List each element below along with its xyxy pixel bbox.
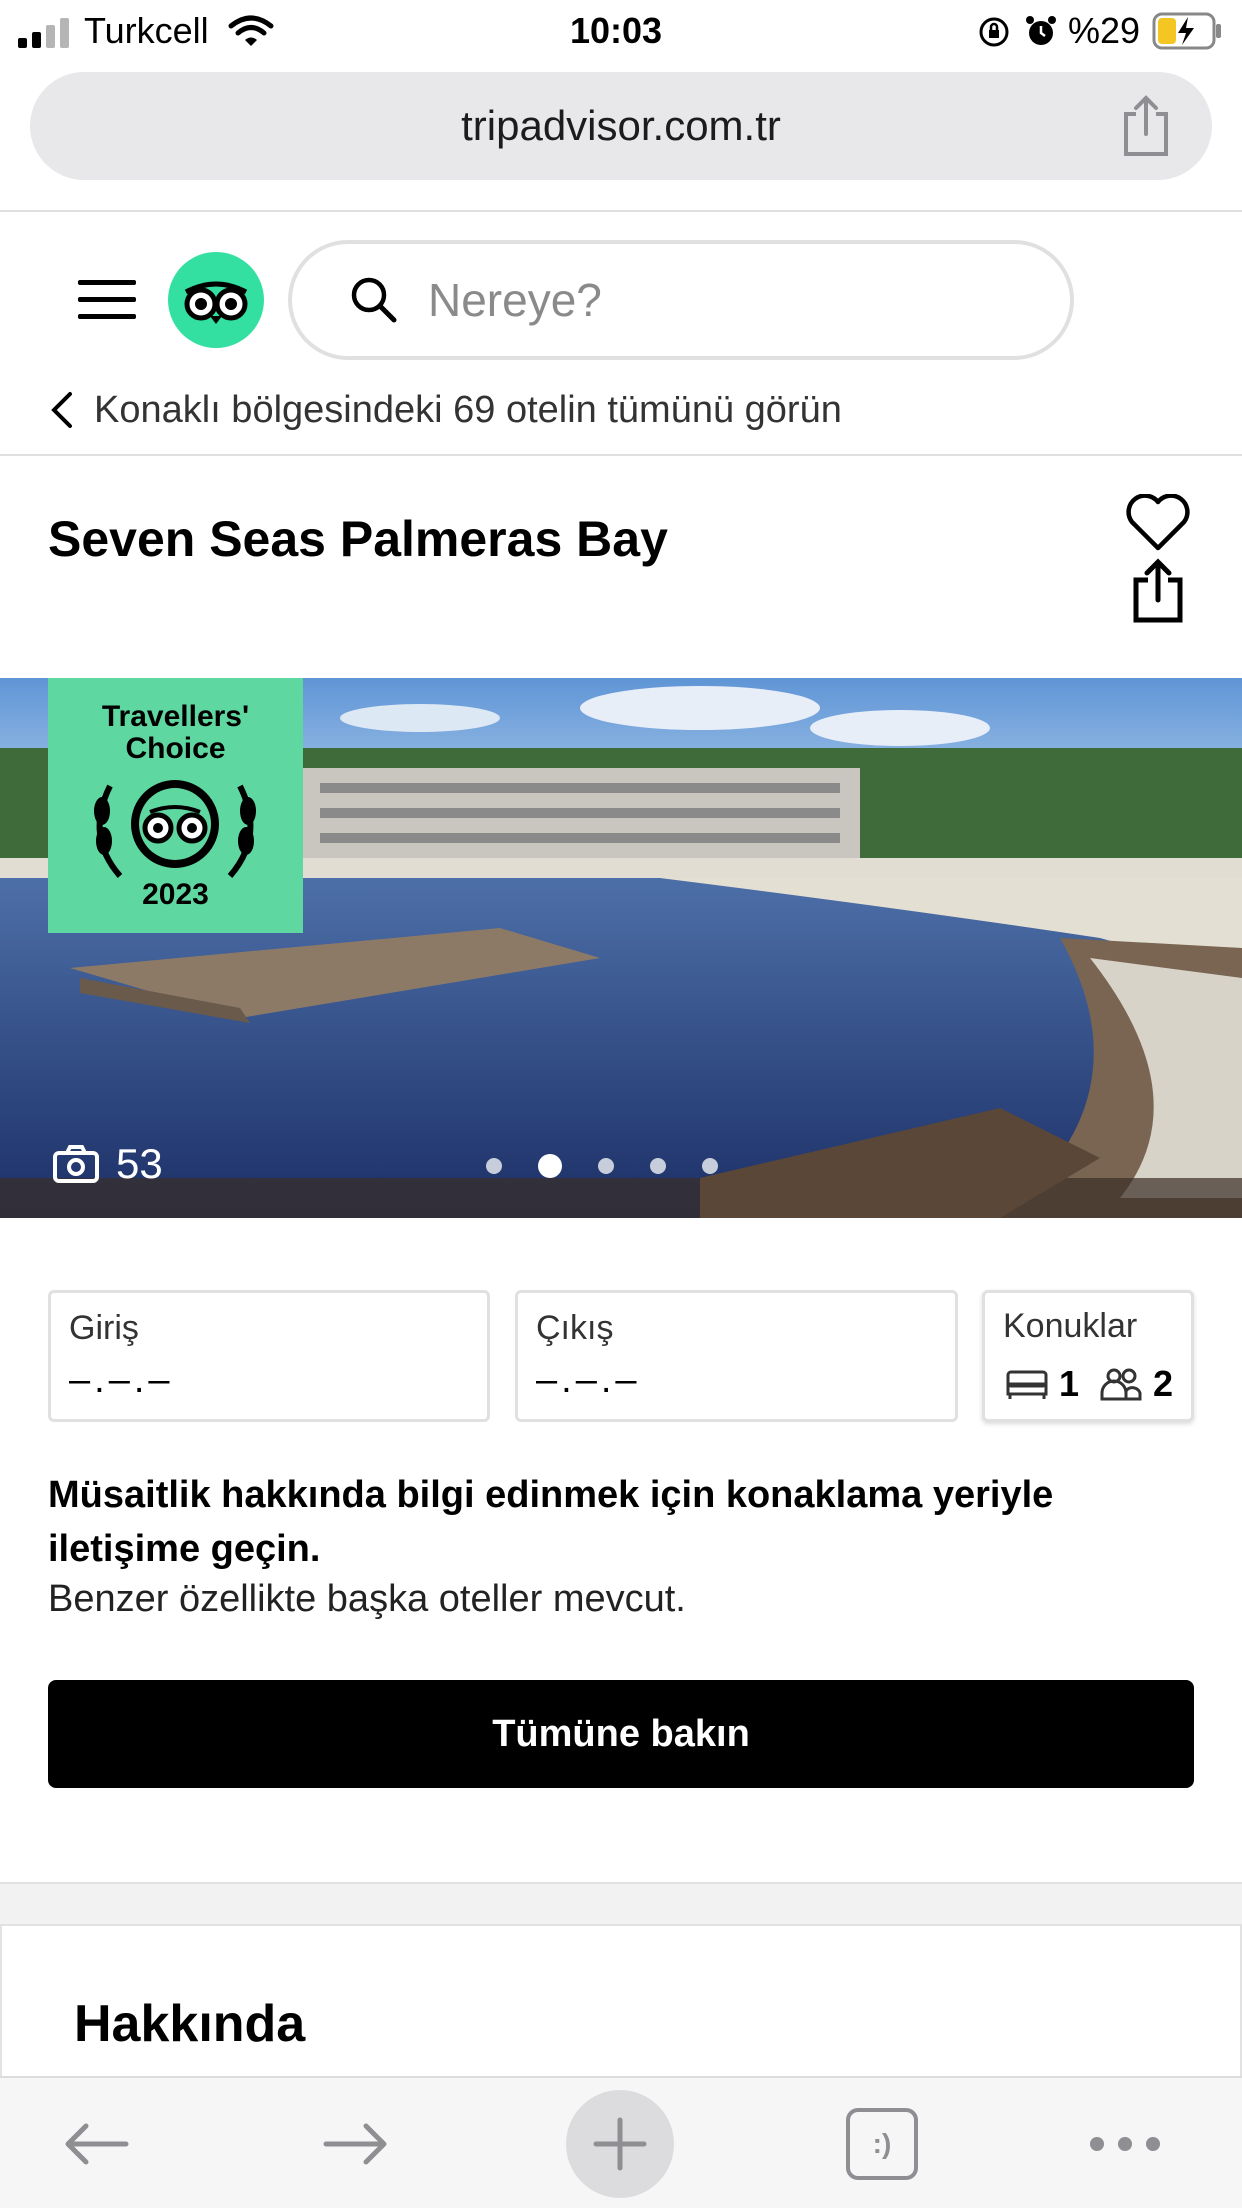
address-bar[interactable]: tripadvisor.com.tr — [30, 72, 1212, 180]
more-button[interactable] — [1086, 2092, 1164, 2196]
checkin-field[interactable]: Giriş –.–.– — [48, 1290, 490, 1422]
plus-icon — [593, 2117, 647, 2171]
status-bar: Turkcell 10:03 %29 — [0, 0, 1242, 62]
checkin-value: –.–.– — [69, 1359, 174, 1401]
badge-line1: Travellers' — [101, 700, 250, 733]
back-to-list-link[interactable]: Konaklı bölgesindeki 69 otelin tümünü gö… — [48, 380, 842, 440]
similar-hotels-message: Benzer özellikte başka oteller mevcut. — [48, 1578, 686, 1620]
people-icon — [1100, 1368, 1142, 1401]
battery-icon — [1152, 12, 1221, 50]
signal-icon — [18, 18, 69, 48]
orientation-lock-icon — [979, 17, 1009, 47]
battery-percent: %29 — [1068, 10, 1141, 51]
checkout-label: Çıkış — [536, 1309, 614, 1347]
carrier-name: Turkcell — [84, 10, 209, 51]
availability-message: Müsaitlik hakkında bilgi edinmek için ko… — [48, 1474, 1054, 1570]
more-icon — [1090, 2137, 1160, 2151]
share-icon[interactable] — [1130, 558, 1186, 624]
carousel-dots[interactable] — [486, 1154, 718, 1178]
guests-label: Konuklar — [1003, 1307, 1138, 1345]
badge-year: 2023 — [142, 878, 209, 911]
tripadvisor-logo-icon[interactable] — [168, 252, 264, 348]
divider — [0, 454, 1242, 456]
search-box[interactable] — [288, 240, 1074, 360]
checkout-value: –.–.– — [536, 1359, 641, 1401]
search-icon — [351, 277, 397, 323]
wifi-icon — [228, 15, 274, 46]
alarm-icon — [1026, 16, 1056, 45]
carousel-dot-active[interactable] — [538, 1154, 562, 1178]
guests-summary: 1 2 — [1005, 1363, 1173, 1405]
about-title: Hakkında — [74, 1995, 306, 2053]
carousel-dot[interactable] — [650, 1158, 666, 1174]
photo-count-value: 53 — [116, 1140, 163, 1187]
guests-field[interactable]: Konuklar 1 2 — [982, 1290, 1194, 1422]
checkout-field[interactable]: Çıkış –.–.– — [515, 1290, 958, 1422]
share-icon[interactable] — [1118, 94, 1174, 158]
clock-time: 10:03 — [570, 10, 663, 51]
photo-count[interactable]: 53 — [52, 1140, 163, 1188]
browser-toolbar: :) — [0, 2076, 1242, 2208]
checkin-label: Giriş — [69, 1309, 139, 1347]
back-button[interactable] — [50, 2092, 140, 2196]
menu-icon[interactable] — [78, 278, 136, 322]
hotel-title: Seven Seas Palmeras Bay — [48, 511, 668, 567]
new-tab-button[interactable] — [566, 2090, 674, 2198]
heart-icon[interactable] — [1126, 494, 1190, 552]
tabs-icon: :) — [872, 2128, 892, 2159]
url-text[interactable]: tripadvisor.com.tr — [30, 72, 1212, 180]
forward-button[interactable] — [312, 2092, 402, 2196]
back-link-label[interactable]: Konaklı bölgesindeki 69 otelin tümünü gö… — [94, 389, 842, 432]
see-all-button[interactable]: Tümüne bakın — [48, 1680, 1194, 1788]
guests-count: 2 — [1153, 1363, 1174, 1404]
badge-line2: Choice — [125, 732, 226, 765]
forward-arrow-icon — [323, 2123, 387, 2165]
bed-icon — [1006, 1370, 1048, 1399]
section-separator — [0, 1882, 1242, 1926]
carousel-dot[interactable] — [702, 1158, 718, 1174]
laurel-owl-icon — [94, 780, 256, 878]
travellers-choice-badge: Travellers' Choice 2023 — [48, 678, 303, 933]
back-arrow-icon — [65, 2123, 129, 2165]
camera-icon — [53, 1145, 99, 1183]
carousel-dot[interactable] — [598, 1158, 614, 1174]
carousel-dot[interactable] — [486, 1158, 502, 1174]
search-input[interactable] — [428, 264, 1028, 336]
divider — [0, 210, 1242, 212]
rooms-count: 1 — [1059, 1363, 1080, 1404]
chevron-left-icon — [51, 392, 72, 428]
tabs-button[interactable]: :) — [846, 2108, 918, 2180]
